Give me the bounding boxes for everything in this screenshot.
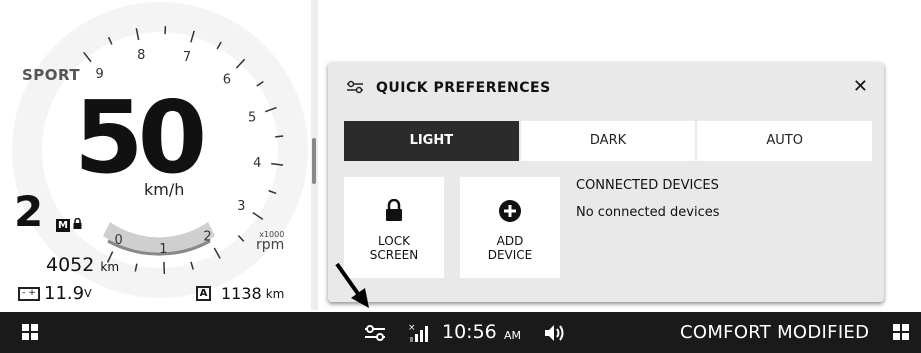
preferences-toggle-icon[interactable]: [364, 324, 386, 342]
bottom-status-bar: × 10:56 AM COMFORT MODIFIED: [0, 312, 921, 353]
gear-indicator: 2: [14, 187, 44, 236]
volume-icon[interactable]: [543, 323, 565, 343]
trip-badge: A: [196, 286, 211, 301]
clock-time: 10:56: [442, 321, 497, 343]
theme-selector: LIGHT DARK AUTO: [344, 121, 873, 161]
close-icon[interactable]: ✕: [853, 76, 868, 97]
pointer-arrow-icon: [335, 262, 369, 308]
preferences-toggle-icon: [347, 80, 363, 94]
theme-auto-button[interactable]: AUTO: [697, 121, 873, 161]
grid-icon[interactable]: [893, 324, 909, 340]
odometer-value: 4052: [46, 254, 95, 276]
battery-voltage: - + 11.9 V: [18, 283, 92, 304]
lock-icon: [73, 217, 82, 232]
svg-text:×: ×: [408, 323, 416, 333]
connected-devices-status: No connected devices: [576, 205, 720, 220]
panel-title: QUICK PREFERENCES: [376, 80, 551, 96]
rpm-tick-label: 0: [114, 233, 122, 248]
connected-devices-title: CONNECTED DEVICES: [576, 178, 719, 193]
rpm-tick-label: 4: [253, 156, 261, 171]
rpm-tick-label: 5: [248, 110, 256, 125]
lock-screen-line1: LOCK: [378, 234, 410, 248]
odometer: 4052 km: [46, 254, 119, 276]
lock-screen-label: LOCK SCREEN: [344, 234, 444, 262]
add-device-label: ADD DEVICE: [460, 234, 560, 262]
drag-handle[interactable]: [312, 138, 316, 184]
lock-icon: [344, 198, 444, 223]
rpm-unit: x1000 rpm: [256, 230, 285, 253]
battery-value: 11.9: [44, 283, 85, 304]
trip-meter: A 1138 km: [196, 284, 284, 303]
battery-unit: V: [84, 287, 92, 300]
clock-ampm: AM: [504, 329, 522, 342]
trip-value: 1138: [221, 284, 262, 303]
add-device-button[interactable]: ADD DEVICE: [460, 177, 560, 278]
rpm-unit-label: rpm: [256, 237, 285, 253]
trip-unit: km: [265, 286, 285, 301]
rpm-tick-label: 1: [159, 242, 167, 257]
ride-mode-label[interactable]: COMFORT MODIFIED: [680, 322, 869, 343]
manual-mode-badge: M: [56, 219, 70, 232]
theme-dark-button[interactable]: DARK: [520, 121, 696, 161]
add-device-line1: ADD: [496, 234, 524, 248]
add-device-line2: DEVICE: [487, 248, 533, 262]
rpm-tick-label: 2: [203, 230, 211, 245]
plus-circle-icon: [460, 199, 560, 223]
rpm-tick-label: 8: [137, 48, 145, 63]
speed-unit: km/h: [144, 180, 185, 199]
rpm-half-tick: [275, 135, 284, 138]
drive-mode-label: SPORT: [22, 66, 81, 84]
quick-preferences-panel: QUICK PREFERENCES ✕ LIGHT DARK AUTO LOCK…: [328, 62, 884, 302]
grid-icon[interactable]: [22, 324, 38, 340]
rpm-tick-label: 3: [237, 199, 245, 214]
theme-light-button[interactable]: LIGHT: [344, 121, 519, 161]
instrument-cluster: 0123456789 SPORT 50 km/h 2 M x1000 rpm 4…: [0, 0, 310, 310]
speed-value: 50: [74, 79, 207, 196]
no-signal-icon: ×: [408, 323, 428, 342]
rpm-tick-label: 6: [223, 72, 231, 87]
odometer-unit: km: [100, 260, 120, 274]
battery-icon: - +: [18, 286, 40, 301]
rpm-tick-label: 7: [183, 50, 191, 65]
